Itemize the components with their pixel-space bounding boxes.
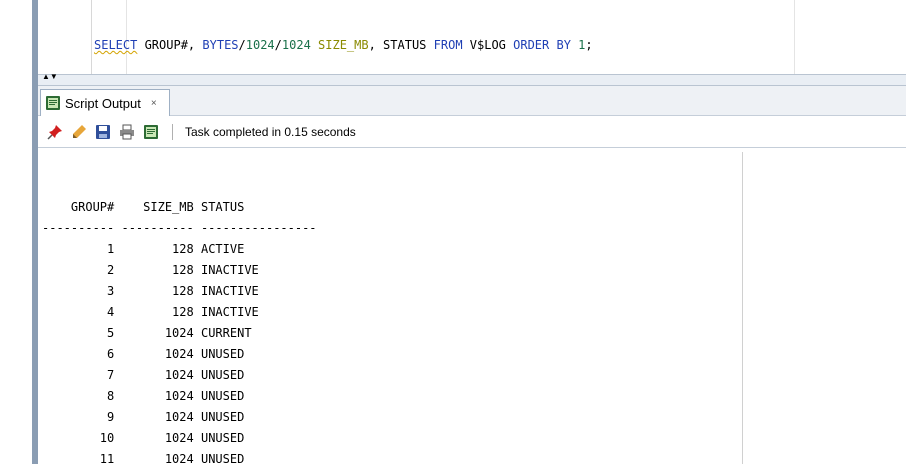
left-frame [0, 0, 32, 464]
cell-group: 8 [42, 389, 115, 403]
sql-token: SIZE_MB [318, 38, 369, 52]
table-row: 10 1024 UNUSED [42, 431, 245, 445]
print-icon[interactable] [118, 123, 136, 141]
cell-status: INACTIVE [200, 284, 259, 298]
cell-status: UNUSED [200, 410, 245, 424]
cell-group: 9 [42, 410, 115, 424]
sql-token: FROM [433, 38, 463, 52]
cell-size: 1024 [121, 431, 194, 445]
table-row: 2 128 INACTIVE [42, 263, 259, 277]
output-toolbar: Task completed in 0.15 seconds [38, 116, 906, 148]
editor-gutter [91, 0, 92, 74]
table-row: 6 1024 UNUSED [42, 347, 244, 361]
cell-size: 128 [121, 284, 194, 298]
cell-status: INACTIVE [200, 263, 259, 277]
sql-token: SELECT [94, 38, 138, 52]
cell-group: 6 [42, 347, 115, 361]
splitter-arrows-icon[interactable]: ▲▼ [42, 73, 58, 81]
eraser-icon[interactable] [70, 123, 88, 141]
cell-group: 4 [42, 305, 115, 319]
table-row: 3 128 INACTIVE [42, 284, 259, 298]
table-row: 5 1024 CURRENT [42, 326, 252, 340]
cell-status: INACTIVE [200, 305, 259, 319]
cell-status: ACTIVE [200, 242, 245, 256]
cell-group: 7 [42, 368, 115, 382]
sql-statement[interactable]: SELECT GROUP#, BYTES/1024/1024 SIZE_MB, … [94, 38, 593, 52]
tab-label: Script Output [65, 95, 141, 111]
cell-size: 128 [121, 242, 194, 256]
output-right-divider [742, 152, 743, 464]
result-underline: ---------- ---------- ---------------- [42, 221, 317, 235]
header-status: STATUS [200, 200, 245, 214]
cell-size: 1024 [121, 347, 194, 361]
result-header: GROUP# SIZE_MB STATUS [42, 200, 244, 214]
cell-size: 1024 [121, 368, 194, 382]
cell-status: CURRENT [200, 326, 252, 340]
cell-group: 1 [42, 242, 115, 256]
pane-splitter[interactable]: ▲▼ [38, 73, 906, 86]
tab-script-output[interactable]: Script Output × [40, 89, 170, 116]
sql-token: BYTES [202, 38, 239, 52]
table-row: 1 128 ACTIVE [42, 242, 244, 256]
cell-size: 1024 [121, 326, 194, 340]
table-row: 7 1024 UNUSED [42, 368, 244, 382]
pin-icon[interactable] [46, 123, 64, 141]
underline: ---------- ---------- ---------------- [42, 221, 317, 235]
cell-size: 1024 [121, 410, 194, 424]
cell-status: UNUSED [200, 389, 245, 403]
cell-size: 1024 [121, 389, 194, 403]
cell-size: 128 [121, 305, 194, 319]
sql-token: / [238, 38, 246, 52]
sql-token: , STATUS [368, 38, 434, 52]
sql-token: 1024 [245, 38, 275, 52]
table-row: 9 1024 UNUSED [42, 410, 244, 424]
cell-group: 5 [42, 326, 115, 340]
query-result-text: GROUP# SIZE_MB STATUS ---------- -------… [42, 176, 317, 470]
editor-margin-line [126, 0, 127, 74]
sql-editor[interactable]: SELECT GROUP#, BYTES/1024/1024 SIZE_MB, … [38, 0, 906, 74]
cell-status: UNUSED [200, 431, 245, 445]
table-row: 4 128 INACTIVE [42, 305, 259, 319]
sql-token: 1024 [281, 38, 311, 52]
task-status: Task completed in 0.15 seconds [185, 124, 356, 139]
cell-size: 128 [121, 263, 194, 277]
cell-group: 2 [42, 263, 115, 277]
save-icon[interactable] [94, 123, 112, 141]
sql-token: / [274, 38, 282, 52]
sql-token: GROUP#, [137, 38, 203, 52]
toolbar-separator [172, 123, 173, 140]
editor-right-margin [794, 0, 795, 74]
sql-token: ORDER BY [513, 38, 571, 52]
output-file-icon[interactable] [142, 123, 160, 141]
sql-token: ; [585, 38, 593, 52]
cell-group: 3 [42, 284, 115, 298]
output-tabbar: Script Output × [38, 86, 906, 116]
header-group: GROUP# [42, 200, 115, 214]
close-icon[interactable]: × [151, 98, 157, 109]
cell-status: UNUSED [200, 368, 245, 382]
cell-group: 10 [42, 431, 115, 445]
table-row: 8 1024 UNUSED [42, 389, 244, 403]
script-output-icon [45, 95, 61, 111]
sql-token: V$LOG [462, 38, 514, 52]
cell-status: UNUSED [200, 347, 245, 361]
header-size: SIZE_MB [121, 200, 194, 214]
